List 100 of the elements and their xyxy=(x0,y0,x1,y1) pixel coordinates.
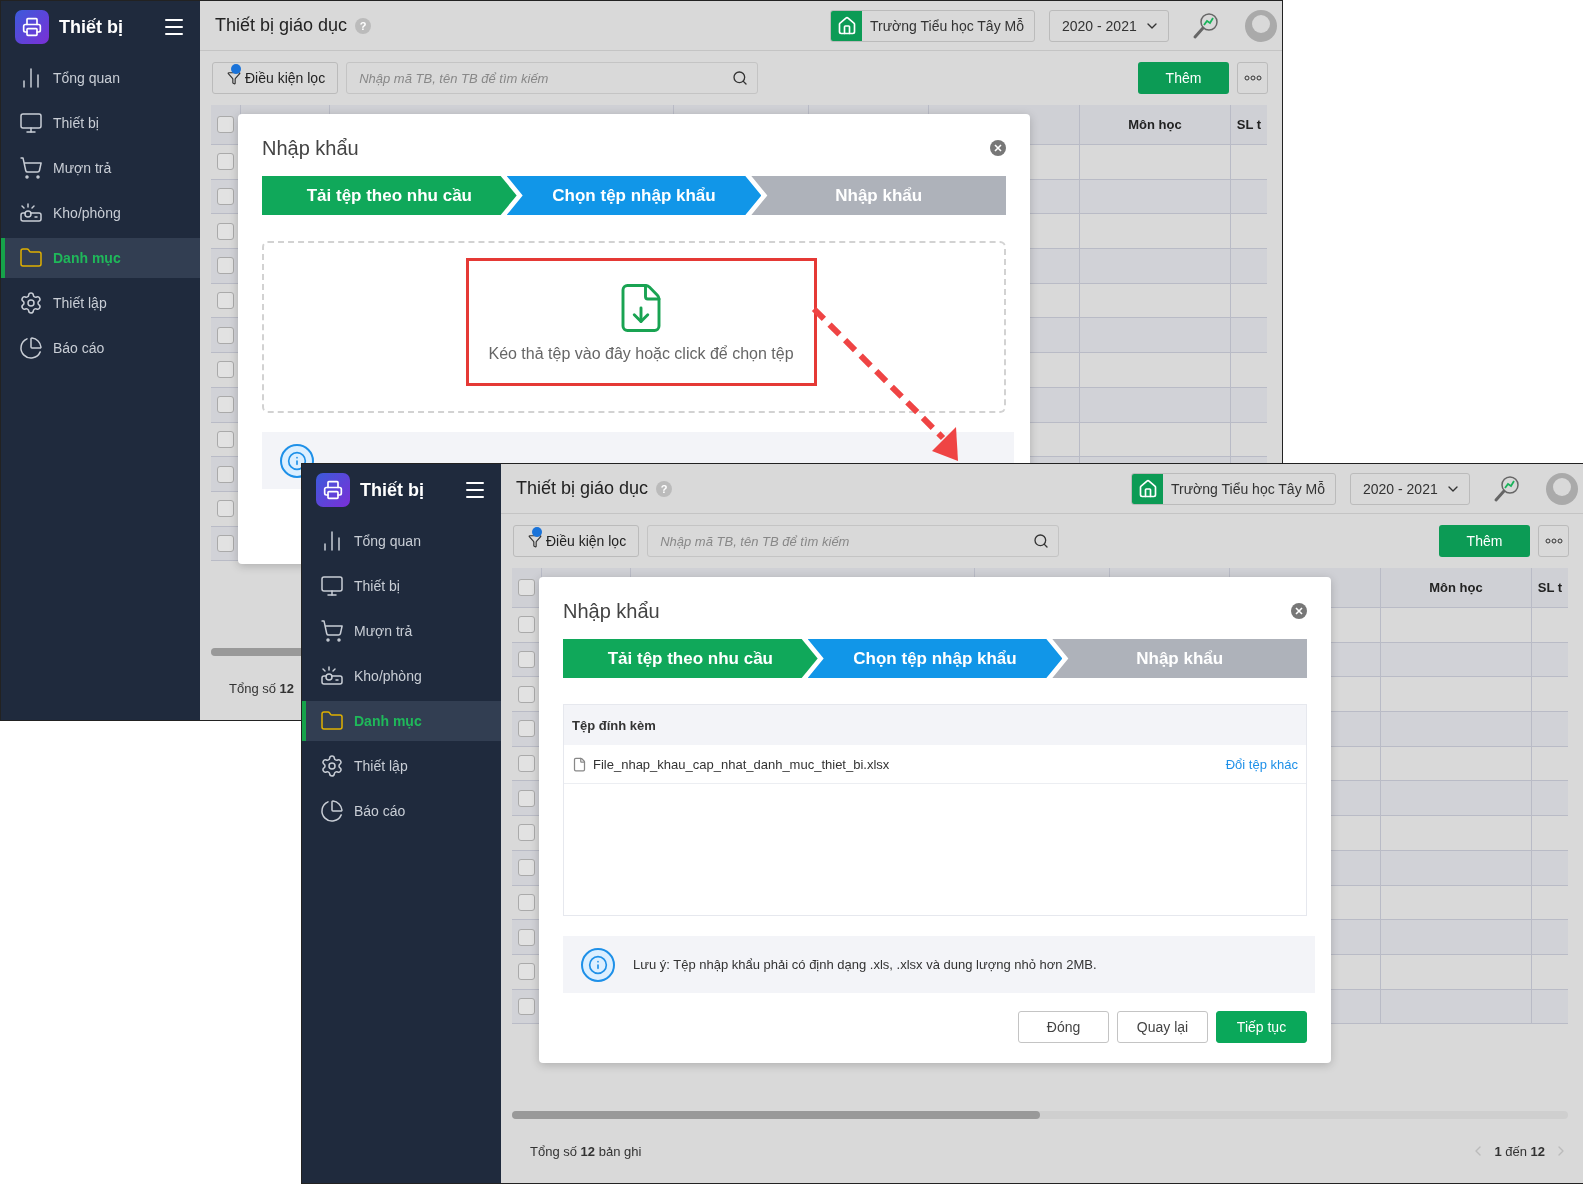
note-text: Lưu ý: Tệp nhập khẩu phải có định dạng .xls, .xlsx và dung lượng nhỏ hơn 2MB. xyxy=(633,957,1097,972)
checkbox[interactable] xyxy=(518,685,535,703)
sidebar-item[interactable]: Danh mục xyxy=(1,238,200,278)
search-icon[interactable] xyxy=(1033,533,1050,549)
checkbox[interactable] xyxy=(217,396,234,414)
checkbox[interactable] xyxy=(518,789,535,807)
checkbox[interactable] xyxy=(518,720,535,738)
checkbox[interactable] xyxy=(217,292,234,310)
search-chart-icon[interactable] xyxy=(1191,10,1221,41)
column-header: SL t xyxy=(1537,580,1563,595)
checkbox[interactable] xyxy=(217,326,234,344)
sidebar-item[interactable]: Thiết lập xyxy=(1,283,200,323)
sidebar-item[interactable]: Thiết lập xyxy=(302,746,501,786)
dialog-button[interactable]: Đóng xyxy=(1018,1011,1109,1043)
drop-zone[interactable]: Kéo thả tệp vào đây hoặc click để chọn tệp xyxy=(262,241,1006,413)
sidebar-item[interactable]: Thiết bị xyxy=(1,103,200,143)
checkbox[interactable] xyxy=(217,430,234,448)
checkbox[interactable] xyxy=(518,928,535,946)
filter-button[interactable]: Điều kiện lọc xyxy=(513,525,640,557)
avatar-icon[interactable] xyxy=(1243,7,1279,44)
search-chart-icon[interactable] xyxy=(1492,473,1522,504)
checkbox[interactable] xyxy=(518,893,535,911)
checkbox[interactable] xyxy=(217,188,234,206)
school-selector[interactable]: Trường Tiểu học Tây Mỗ xyxy=(830,9,1035,42)
column-header: Môn học xyxy=(1429,580,1483,595)
record-count: Tổng số 12 bản ghi xyxy=(530,1143,642,1159)
checkbox[interactable] xyxy=(217,465,234,483)
checkbox[interactable] xyxy=(518,651,535,669)
checkbox[interactable] xyxy=(518,963,535,981)
nav-icon xyxy=(19,111,43,135)
scrollbar[interactable] xyxy=(512,1111,1568,1119)
dialog-title: Nhập khẩu xyxy=(262,136,359,160)
sidebar-item[interactable]: Mượn trả xyxy=(1,148,200,188)
nav-icon xyxy=(320,574,344,598)
file-icon xyxy=(572,756,587,772)
step: Nhập khẩu xyxy=(751,176,1006,215)
page-title: Thiết bị giáo dục xyxy=(215,15,348,36)
sidebar-item[interactable]: Thiết bị xyxy=(302,566,501,606)
checkbox[interactable] xyxy=(518,616,535,634)
app-logo-icon xyxy=(316,473,350,507)
add-button[interactable]: Thêm xyxy=(1138,62,1229,94)
checkbox[interactable] xyxy=(518,859,535,877)
checkbox[interactable] xyxy=(518,824,535,842)
sidebar-item[interactable]: Tổng quan xyxy=(302,521,501,561)
sidebar-item[interactable]: Báo cáo xyxy=(302,791,501,831)
sidebar-item[interactable]: Danh mục xyxy=(302,701,501,741)
sidebar-item[interactable]: Kho/phòng xyxy=(302,656,501,696)
info-icon xyxy=(581,947,615,982)
nav-icon xyxy=(19,291,43,315)
notification-dot xyxy=(532,527,542,537)
nav-icon xyxy=(320,754,344,778)
checkbox[interactable] xyxy=(217,116,234,133)
checkbox[interactable] xyxy=(217,361,234,379)
search-field[interactable]: Nhập mã TB, tên TB để tìm kiếm xyxy=(346,62,759,94)
checkbox[interactable] xyxy=(518,579,535,596)
checkbox[interactable] xyxy=(217,222,234,240)
nav-icon xyxy=(19,336,43,360)
nav-icon xyxy=(320,619,344,643)
nav-icon xyxy=(19,156,43,180)
filter-icon xyxy=(528,534,542,548)
dialog-button[interactable]: Quay lại xyxy=(1117,1011,1208,1043)
nav-icon xyxy=(320,799,344,823)
add-button[interactable]: Thêm xyxy=(1439,525,1530,557)
more-button[interactable] xyxy=(1237,62,1268,94)
close-icon[interactable] xyxy=(1291,603,1307,619)
file-name: File_nhap_khau_cap_nhat_danh_muc_thiet_bi.xlsx xyxy=(593,756,891,772)
attachment-header: Tệp đính kèm xyxy=(572,717,656,733)
step: Nhập khẩu xyxy=(1052,639,1307,678)
checkbox[interactable] xyxy=(217,153,234,171)
checkbox[interactable] xyxy=(217,534,234,552)
house-icon xyxy=(1137,478,1158,499)
close-icon[interactable] xyxy=(990,140,1006,156)
year-select[interactable]: 2020 - 2021 xyxy=(1049,9,1169,42)
sidebar-item[interactable]: Tổng quan xyxy=(1,58,200,98)
school-selector[interactable]: Trường Tiểu học Tây Mỗ xyxy=(1131,472,1336,505)
search-icon[interactable] xyxy=(732,70,749,86)
step: Chọn tệp nhập khẩu xyxy=(807,639,1063,678)
sidebar-item[interactable]: Mượn trả xyxy=(302,611,501,651)
more-icon xyxy=(1544,538,1563,544)
nav-icon xyxy=(19,201,43,225)
more-button[interactable] xyxy=(1538,525,1569,557)
sidebar-item[interactable]: Kho/phòng xyxy=(1,193,200,233)
filter-button[interactable]: Điều kiện lọc xyxy=(212,62,339,94)
app-logo-icon xyxy=(15,10,49,44)
step: Tải tệp theo nhu cầu xyxy=(262,176,517,215)
year-select[interactable]: 2020 - 2021 xyxy=(1350,472,1470,505)
column-header: SL t xyxy=(1236,117,1262,132)
checkbox[interactable] xyxy=(518,755,535,773)
drop-hint: Kéo thả tệp vào đây hoặc click để chọn tệp xyxy=(488,345,794,363)
house-icon xyxy=(836,15,857,36)
avatar-icon[interactable] xyxy=(1544,470,1580,507)
checkbox[interactable] xyxy=(217,257,234,275)
sidebar-item[interactable]: Báo cáo xyxy=(1,328,200,368)
app-title: Thiết bị xyxy=(360,479,425,501)
checkbox[interactable] xyxy=(217,500,234,518)
change-file-link[interactable]: Đổi tệp khác xyxy=(1225,756,1298,772)
search-field[interactable]: Nhập mã TB, tên TB để tìm kiếm xyxy=(647,525,1060,557)
checkbox[interactable] xyxy=(518,997,535,1015)
page-range: 1 đến 12 xyxy=(1494,1143,1545,1159)
record-count: Tổng số 12 xyxy=(229,680,295,696)
